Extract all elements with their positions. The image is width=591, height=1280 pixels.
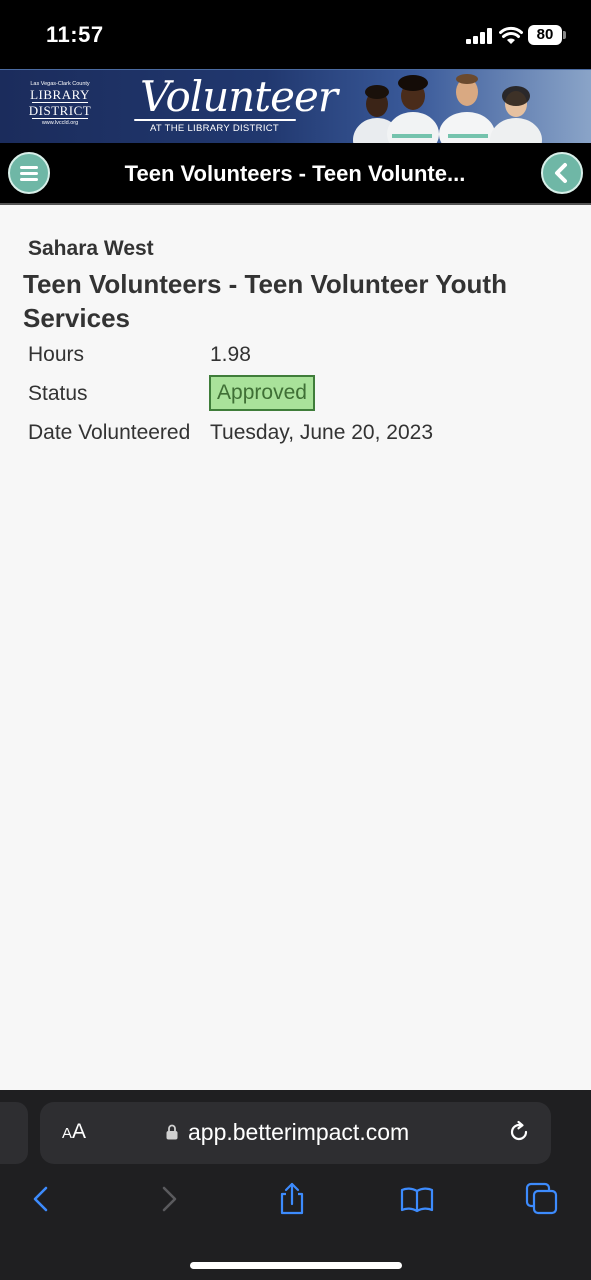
volunteers-photo [353,74,542,144]
page-title: Teen Volunteers - Teen Volunte... [124,161,466,186]
text-size-small-a: A [62,1125,73,1142]
forward-icon[interactable] [152,1182,186,1216]
status-time: 11:57 [46,22,104,47]
status-label: Status [28,382,88,405]
volunteer-banner: Las Vegas-Clark County LIBRARY DISTRICT … [0,69,591,144]
url-text[interactable]: app.betterimpact.com [188,1119,409,1146]
lock-icon [166,1124,178,1140]
address-bar[interactable]: AA app.betterimpact.com [40,1102,551,1164]
status-bar: 11:57 80 [0,0,591,69]
text-size-button[interactable]: AA [62,1120,86,1144]
reload-icon[interactable] [506,1119,532,1145]
hours-value: 1.98 [210,343,251,366]
back-button[interactable] [541,152,583,194]
home-indicator[interactable] [190,1262,402,1269]
status-badge: Approved [209,375,315,411]
hamburger-menu-icon [20,166,38,181]
tabs-icon[interactable] [525,1182,559,1216]
share-icon[interactable] [275,1182,309,1216]
record-detail: Sahara West Teen Volunteers - Teen Volun… [0,205,591,1090]
browser-toolbar: AA app.betterimpact.com [0,1090,591,1280]
menu-button[interactable] [8,152,50,194]
logo-url-text: www.lvccld.org [41,120,79,126]
back-icon[interactable] [24,1182,58,1216]
wifi-icon [499,26,523,44]
chevron-left-icon [555,163,567,183]
banner-title-underline [134,119,296,121]
previous-tab-peek[interactable] [0,1102,28,1164]
battery-indicator: 80 [528,25,562,45]
bookmarks-icon[interactable] [400,1182,434,1216]
location-name: Sahara West [28,237,154,260]
text-size-large-a: A [72,1120,87,1143]
logo-district-text: DISTRICT [28,103,92,118]
banner-subtitle: AT THE LIBRARY DISTRICT [150,123,280,134]
date-label: Date Volunteered [28,421,191,444]
library-district-logo: Las Vegas-Clark County LIBRARY DISTRICT … [28,81,92,127]
date-value: Tuesday, June 20, 2023 [210,421,433,444]
page-header: Teen Volunteers - Teen Volunte... [0,143,591,205]
assignment-title: Teen Volunteers - Teen Volunteer Youth S… [23,269,507,333]
hours-label: Hours [28,343,85,366]
banner-title: Volunteer [140,72,338,121]
cellular-signal-icon [466,28,492,44]
logo-library-text: LIBRARY [30,87,90,102]
battery-nub [563,31,566,39]
